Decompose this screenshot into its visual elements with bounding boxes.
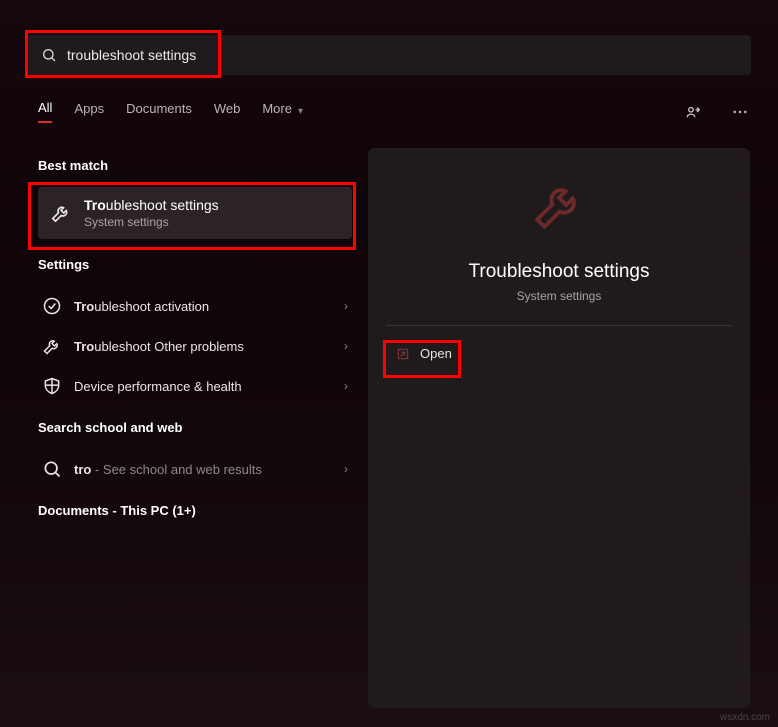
details-title: Troubleshoot settings	[386, 261, 732, 283]
shield-icon	[42, 376, 62, 396]
best-match-subtitle: System settings	[84, 215, 219, 229]
chevron-right-icon: ›	[344, 379, 348, 393]
web-search-item[interactable]: tro - See school and web results ›	[38, 449, 352, 489]
search-input[interactable]	[67, 47, 737, 63]
divider	[386, 325, 732, 326]
watermark: wsxdn.com	[720, 712, 770, 723]
settings-item-device-health[interactable]: Device performance & health ›	[38, 366, 352, 406]
best-match-result[interactable]: Troubleshoot settings System settings	[38, 187, 352, 239]
section-settings: Settings	[38, 257, 352, 272]
open-button-label: Open	[420, 346, 452, 361]
settings-item-label: Troubleshoot Other problems	[74, 339, 244, 354]
wrench-icon	[42, 336, 62, 356]
tab-apps[interactable]: Apps	[74, 101, 104, 122]
settings-item-other-problems[interactable]: Troubleshoot Other problems ›	[38, 326, 352, 366]
open-icon	[396, 347, 410, 361]
tab-more[interactable]: More	[262, 101, 292, 122]
checkmark-icon	[42, 296, 62, 316]
details-panel: Troubleshoot settings System settings Op…	[368, 148, 750, 708]
open-button[interactable]: Open	[386, 338, 462, 369]
search-tabs: All Apps Documents Web More ▾	[38, 100, 303, 123]
chevron-right-icon: ›	[344, 462, 348, 476]
best-match-title: Troubleshoot settings	[84, 197, 219, 213]
more-options-icon[interactable]	[726, 98, 754, 126]
tab-web[interactable]: Web	[214, 101, 241, 122]
account-sync-icon[interactable]	[680, 98, 708, 126]
chevron-down-icon: ▾	[298, 106, 303, 117]
section-school-web: Search school and web	[38, 420, 352, 435]
details-subtitle: System settings	[386, 289, 732, 303]
search-icon	[42, 459, 62, 479]
wrench-icon	[50, 202, 72, 224]
settings-item-label: Troubleshoot activation	[74, 299, 209, 314]
search-icon	[41, 47, 57, 63]
section-best-match: Best match	[38, 158, 352, 173]
settings-item-activation[interactable]: Troubleshoot activation ›	[38, 286, 352, 326]
web-search-label: tro - See school and web results	[74, 462, 262, 477]
wrench-icon	[530, 176, 588, 239]
section-documents-pc[interactable]: Documents - This PC (1+)	[38, 503, 352, 518]
search-bar[interactable]	[27, 35, 751, 75]
tab-documents[interactable]: Documents	[126, 101, 192, 122]
chevron-right-icon: ›	[344, 339, 348, 353]
tab-all[interactable]: All	[38, 100, 52, 123]
chevron-right-icon: ›	[344, 299, 348, 313]
settings-item-label: Device performance & health	[74, 379, 242, 394]
